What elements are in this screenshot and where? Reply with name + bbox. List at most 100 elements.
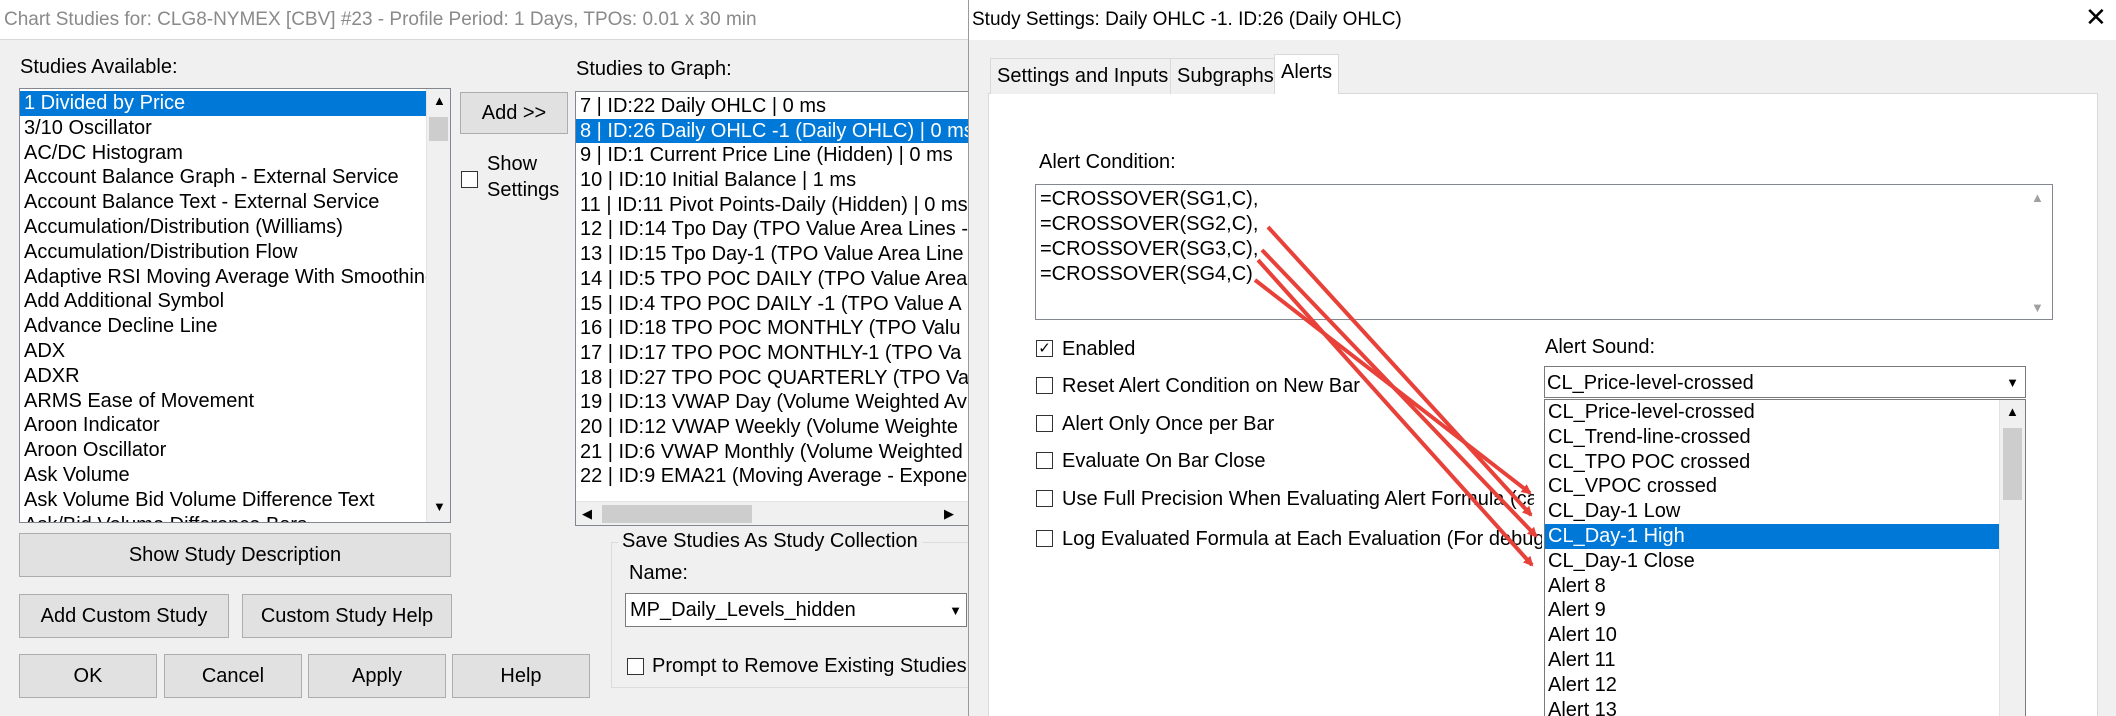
studies-available-item[interactable]: Aroon Indicator (20, 413, 426, 438)
studies-to-graph-item[interactable]: 9 | ID:1 Current Price Line (Hidden) | 0… (576, 143, 980, 168)
alert-sound-scrollbar[interactable]: ▲ (1999, 400, 2025, 716)
studies-available-item[interactable]: ADXR (20, 364, 426, 389)
alert-sound-option[interactable]: Alert 10 (1545, 623, 2025, 648)
show-settings-label-line1: Show (487, 153, 538, 175)
add-custom-study-button[interactable]: Add Custom Study (19, 594, 229, 638)
show-settings-label-line2: Settings (487, 179, 560, 201)
studies-to-graph-item[interactable]: 8 | ID:26 Daily OHLC -1 (Daily OHLC) | 0… (576, 118, 980, 144)
alert-sound-option[interactable]: Alert 12 (1545, 673, 2025, 698)
chevron-down-icon[interactable]: ▼ (2006, 375, 2019, 390)
chart-studies-window: Chart Studies for: CLG8-NYMEX [CBV] #23 … (0, 0, 981, 716)
scroll-up-icon[interactable]: ▲ (2006, 404, 2019, 419)
studies-to-graph-item[interactable]: 20 | ID:12 VWAP Weekly (Volume Weighte (576, 415, 980, 440)
studies-to-graph-item[interactable]: 15 | ID:4 TPO POC DAILY -1 (TPO Value A (576, 292, 980, 317)
settings-window-title: Study Settings: Daily OHLC -1. ID:26 (Da… (972, 9, 1402, 30)
studies-to-graph-hscrollbar[interactable]: ◀ ▶ (576, 501, 980, 525)
scroll-up-icon[interactable]: ▲ (433, 93, 446, 108)
formula-scroll-down-icon[interactable]: ▼ (2031, 300, 2044, 315)
studies-available-item[interactable]: AC/DC Histogram (20, 141, 426, 166)
studies-available-item[interactable]: ARMS Ease of Movement (20, 389, 426, 414)
alert-sound-option[interactable]: CL_Price-level-crossed (1545, 400, 2025, 425)
name-label: Name: (629, 562, 688, 584)
studies-to-graph-item[interactable]: 22 | ID:9 EMA21 (Moving Average - Expone (576, 464, 980, 489)
tab-alerts[interactable]: Alerts (1274, 54, 1340, 94)
collection-name-combobox[interactable]: MP_Daily_Levels_hidden ▼ (625, 593, 967, 627)
chevron-down-icon[interactable]: ▼ (949, 603, 962, 618)
studies-to-graph-item[interactable]: 16 | ID:18 TPO POC MONTHLY (TPO Valu (576, 316, 980, 341)
alert-sound-option[interactable]: Alert 9 (1545, 598, 2025, 623)
studies-available-item[interactable]: 1 Divided by Price (20, 91, 426, 116)
studies-to-graph-item[interactable]: 7 | ID:22 Daily OHLC | 0 ms (576, 94, 980, 119)
evaluate-close-checkbox[interactable] (1036, 452, 1053, 469)
studies-available-item[interactable]: ADX (20, 339, 426, 364)
close-icon[interactable]: ✕ (2085, 4, 2107, 30)
scroll-right-icon[interactable]: ▶ (944, 506, 954, 522)
studies-to-graph-list[interactable]: 7 | ID:22 Daily OHLC | 0 ms 8 | ID:26 Dai… (575, 91, 980, 526)
formula-scroll-up-icon[interactable]: ▲ (2031, 190, 2044, 205)
reset-alert-checkbox[interactable] (1036, 377, 1053, 394)
tab-subgraphs[interactable]: Subgraphs (1170, 58, 1281, 94)
studies-available-item[interactable]: Add Additional Symbol (20, 289, 426, 314)
evaluate-close-label: Evaluate On Bar Close (1062, 450, 1266, 472)
studies-to-graph-item[interactable]: 21 | ID:6 VWAP Monthly (Volume Weighted (576, 440, 980, 465)
studies-available-item[interactable]: Account Balance Graph - External Service (20, 165, 426, 190)
log-formula-checkbox[interactable] (1036, 530, 1053, 547)
scroll-left-icon[interactable]: ◀ (582, 506, 592, 522)
studies-available-item[interactable]: Advance Decline Line (20, 314, 426, 339)
alert-sound-option[interactable]: CL_Day-1 Low (1545, 499, 2025, 524)
collection-name-value: MP_Daily_Levels_hidden (630, 599, 856, 621)
studies-to-graph-item[interactable]: 11 | ID:11 Pivot Points-Daily (Hidden) |… (576, 193, 980, 218)
custom-study-help-button[interactable]: Custom Study Help (242, 594, 452, 638)
studies-to-graph-item[interactable]: 19 | ID:13 VWAP Day (Volume Weighted Av (576, 390, 980, 415)
scroll-thumb[interactable] (429, 117, 448, 141)
alert-sound-option[interactable]: CL_TPO POC crossed (1545, 450, 2025, 475)
alert-sound-option[interactable]: CL_Day-1 High (1545, 523, 2025, 549)
studies-available-list[interactable]: 1 Divided by Price 3/10 Oscillator AC/DC H… (19, 88, 451, 523)
studies-available-item[interactable]: Aroon Oscillator (20, 438, 426, 463)
studies-available-item[interactable]: Adaptive RSI Moving Average With Smoothi… (20, 265, 426, 290)
scroll-down-icon[interactable]: ▼ (433, 499, 446, 514)
studies-to-graph-item[interactable]: 14 | ID:5 TPO POC DAILY (TPO Value Area (576, 267, 980, 292)
alert-condition-input[interactable] (1035, 184, 2053, 320)
studies-to-graph-item[interactable]: 17 | ID:17 TPO POC MONTHLY-1 (TPO Va (576, 341, 980, 366)
studies-available-item[interactable]: Account Balance Text - External Service (20, 190, 426, 215)
show-study-description-button[interactable]: Show Study Description (19, 533, 451, 577)
alert-once-label: Alert Only Once per Bar (1062, 413, 1275, 435)
full-precision-label: Use Full Precision When Evaluating Alert… (1062, 488, 1534, 510)
enabled-checkbox[interactable]: ✓ (1036, 340, 1053, 357)
studies-to-graph-item[interactable]: 10 | ID:10 Initial Balance | 1 ms (576, 168, 980, 193)
prompt-remove-checkbox[interactable] (627, 658, 644, 675)
full-precision-checkbox[interactable] (1036, 490, 1053, 507)
ok-button[interactable]: OK (19, 654, 157, 698)
studies-available-item[interactable]: Accumulation/Distribution (Williams) (20, 215, 426, 240)
alert-sound-option[interactable]: Alert 11 (1545, 648, 2025, 673)
studies-available-item[interactable]: Accumulation/Distribution Flow (20, 240, 426, 265)
studies-to-graph-item[interactable]: 12 | ID:14 Tpo Day (TPO Value Area Lines… (576, 217, 980, 242)
log-formula-label: Log Evaluated Formula at Each Evaluation… (1062, 528, 1542, 550)
alert-sound-option[interactable]: CL_VPOC crossed (1545, 474, 2025, 499)
alert-once-checkbox[interactable] (1036, 415, 1053, 432)
studies-available-scrollbar[interactable]: ▲ ▼ (426, 89, 450, 522)
studies-available-item[interactable]: Ask/Bid Volume Difference Bars (20, 513, 426, 522)
studies-available-item[interactable]: Ask Volume Bid Volume Difference Text (20, 488, 426, 513)
window-title: Chart Studies for: CLG8-NYMEX [CBV] #23 … (4, 9, 757, 30)
cancel-button[interactable]: Cancel (164, 654, 302, 698)
alert-sound-option[interactable]: Alert 13 (1545, 698, 2025, 716)
tab-settings-and-inputs[interactable]: Settings and Inputs (990, 58, 1176, 94)
alert-sound-dropdown-list[interactable]: CL_Price-level-crossed CL_Trend-line-cros… (1544, 399, 2026, 716)
apply-button[interactable]: Apply (308, 654, 446, 698)
reset-alert-label: Reset Alert Condition on New Bar (1062, 375, 1360, 397)
alert-sound-option[interactable]: Alert 8 (1545, 574, 2025, 599)
add-study-button[interactable]: Add >> (460, 92, 568, 134)
scroll-thumb[interactable] (2003, 428, 2022, 500)
alert-sound-option[interactable]: CL_Day-1 Close (1545, 549, 2025, 574)
studies-available-item[interactable]: 3/10 Oscillator (20, 116, 426, 141)
alert-sound-select[interactable]: CL_Price-level-crossed ▼ (1544, 366, 2026, 398)
help-button[interactable]: Help (452, 654, 590, 698)
studies-available-item[interactable]: Ask Volume (20, 463, 426, 488)
studies-to-graph-item[interactable]: 13 | ID:15 Tpo Day-1 (TPO Value Area Lin… (576, 242, 980, 267)
studies-to-graph-item[interactable]: 18 | ID:27 TPO POC QUARTERLY (TPO Va (576, 366, 980, 391)
alert-sound-option[interactable]: CL_Trend-line-crossed (1545, 425, 2025, 450)
hscroll-thumb[interactable] (602, 505, 752, 523)
show-settings-checkbox[interactable] (461, 171, 478, 188)
